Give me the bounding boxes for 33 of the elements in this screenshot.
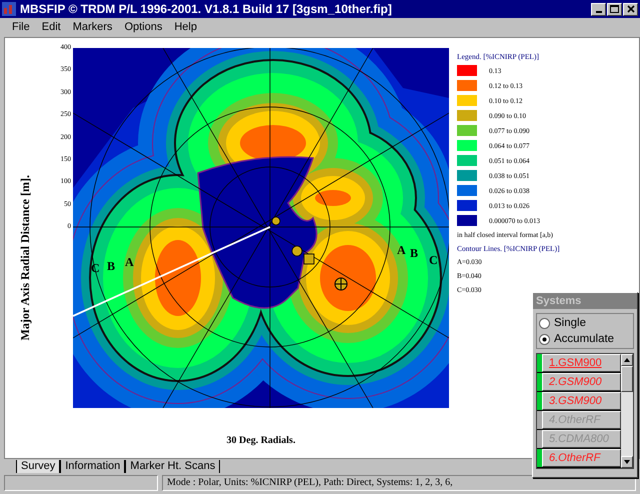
close-button[interactable]: [623, 2, 638, 16]
menu-item[interactable]: Edit: [42, 21, 61, 33]
contour-label: C: [429, 253, 438, 267]
contour-label: A: [397, 243, 406, 257]
menu-item[interactable]: Help: [174, 21, 197, 33]
radio-button[interactable]: [539, 334, 550, 344]
window-title: MBSFIP © TRDM P/L 1996-2001. V1.8.1 Build 17 [3gsm_10ther.fip]: [20, 2, 392, 16]
tab[interactable]: Marker Ht. Scans: [125, 460, 220, 473]
radio-label[interactable]: Single: [554, 317, 586, 329]
maximize-icon: [610, 5, 619, 13]
minimize-button[interactable]: [591, 2, 606, 16]
panel-title: Systems: [533, 293, 637, 309]
contour-label: B: [107, 259, 116, 273]
axis-title: Major Axis Radial Distance [m].: [18, 175, 32, 341]
close-icon: [626, 5, 634, 13]
menu-item[interactable]: Markers: [72, 21, 112, 33]
contour-label: B: [410, 246, 418, 260]
down-arrow-icon: [624, 460, 630, 464]
menu-item[interactable]: File: [12, 21, 30, 33]
maximize-button[interactable]: [607, 2, 622, 16]
up-arrow-icon: [624, 358, 630, 362]
tab[interactable]: Information: [60, 460, 126, 473]
app-icon: [2, 2, 16, 16]
contour-label: A: [125, 255, 134, 269]
axis-title: 30 Deg. Radials.: [226, 435, 296, 446]
menu-item[interactable]: Options: [124, 21, 162, 33]
tab[interactable]: Survey: [16, 460, 60, 473]
scrollbar[interactable]: [621, 354, 633, 468]
scroll-down-button[interactable]: [621, 456, 633, 468]
radio-button[interactable]: [539, 318, 550, 328]
scroll-thumb[interactable]: [621, 366, 633, 392]
scroll-up-button[interactable]: [621, 354, 633, 366]
radio-label[interactable]: Accumulate: [554, 333, 614, 345]
